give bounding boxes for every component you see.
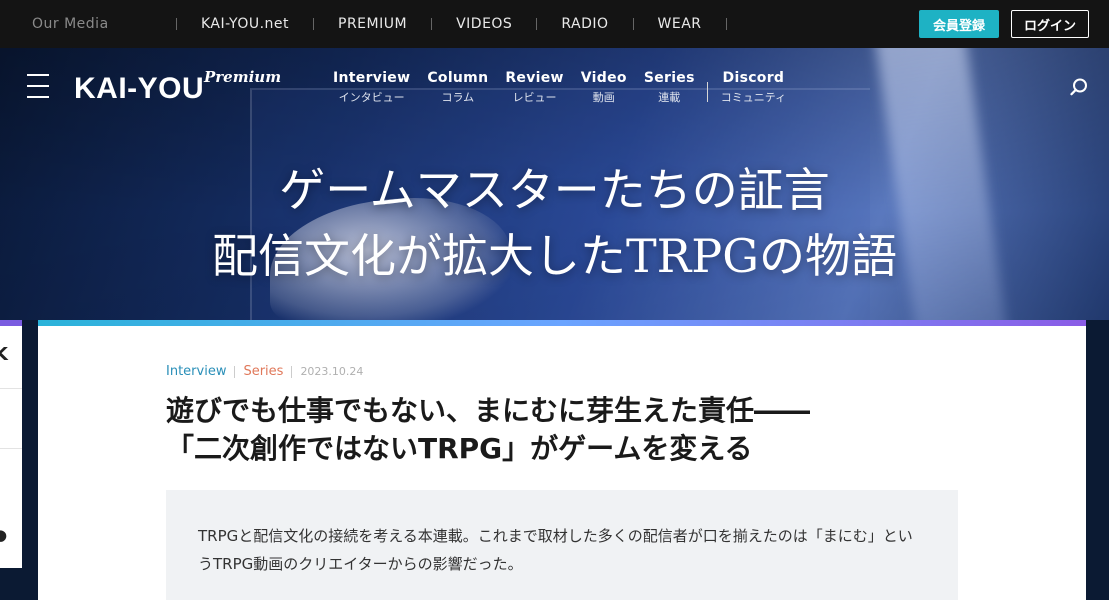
media-link-wear[interactable]: WEAR (658, 16, 702, 32)
site-logo[interactable]: KAI-YOU (74, 72, 204, 106)
side-card-partial[interactable]: K ! ● (0, 320, 22, 568)
side-card-glyph: ! (0, 466, 2, 487)
divider (536, 18, 538, 30)
nav-item-label: Review (505, 70, 564, 86)
account-actions: 会員登録 ログイン (918, 10, 1089, 38)
media-link-videos[interactable]: VIDEOS (456, 16, 512, 32)
nav-item-label: Video (580, 70, 627, 86)
main-nav: KAI-YOU Premium Interview インタビュー Column … (0, 48, 1109, 130)
nav-item-label: Interview (333, 70, 411, 86)
media-link-kai-you-net[interactable]: KAI-YOU.net (201, 16, 289, 32)
media-link-radio[interactable]: RADIO (561, 16, 608, 32)
divider (431, 18, 433, 30)
side-card-glyph: K (0, 344, 8, 365)
search-icon[interactable] (1070, 78, 1088, 96)
divider (291, 365, 293, 378)
divider (725, 18, 727, 30)
article-accent-bar (38, 320, 1086, 326)
register-button[interactable]: 会員登録 (918, 10, 999, 38)
divider (313, 18, 315, 30)
nav-items: Interview インタビュー Column コラム Review レビュー … (333, 70, 803, 105)
login-button[interactable]: ログイン (1010, 10, 1089, 38)
article-title-line2: 「二次創作ではないTRPG」がゲームを変える (166, 432, 753, 465)
article-date: 2023.10.24 (300, 365, 364, 378)
hero-title-line1: ゲームマスターたちの証言 (279, 163, 830, 217)
nav-item-discord[interactable]: Discord コミュニティ (721, 70, 786, 105)
divider (632, 18, 634, 30)
nav-item-series[interactable]: Series 連載 (644, 70, 695, 105)
divider (0, 448, 22, 449)
divider (234, 365, 236, 378)
hero-title-line2: 配信文化が拡大したTRPGの物語 (211, 229, 897, 283)
side-card-glyph: ● (0, 526, 8, 544)
article-card: Interview Series 2023.10.24 遊びでも仕事でもない、ま… (38, 320, 1086, 600)
divider (0, 388, 22, 389)
divider (176, 18, 177, 30)
article-lead-text: TRPGと配信文化の接続を考える本連載。これまで取材した多くの配信者が口を揃えた… (198, 527, 913, 573)
article-lead: TRPGと配信文化の接続を考える本連載。これまで取材した多くの配信者が口を揃えた… (166, 490, 958, 600)
nav-item-label: Column (427, 70, 489, 86)
hamburger-icon[interactable] (27, 74, 49, 100)
nav-item-sublabel: 動画 (592, 91, 615, 104)
nav-divider (706, 82, 708, 102)
nav-item-review[interactable]: Review レビュー (505, 70, 563, 105)
nav-item-interview[interactable]: Interview インタビュー (333, 70, 410, 105)
nav-item-sublabel: インタビュー (338, 91, 405, 104)
article-title: 遊びでも仕事でもない、まにむに芽生えた責任―― 「二次創作ではないTRPG」がゲ… (166, 392, 926, 468)
category-tag-interview[interactable]: Interview (166, 364, 226, 379)
nav-item-video[interactable]: Video 動画 (581, 70, 627, 105)
top-media-bar: Our Media KAI-YOU.net PREMIUM VIDEOS RAD… (0, 0, 1109, 48)
article-meta: Interview Series 2023.10.24 (166, 364, 363, 379)
media-link-premium[interactable]: PREMIUM (338, 16, 407, 32)
media-links: KAI-YOU.net PREMIUM VIDEOS RADIO WEAR (152, 16, 751, 32)
nav-item-sublabel: 連載 (658, 91, 681, 104)
site-logo-premium: Premium (204, 68, 282, 86)
nav-item-label: Series (643, 70, 695, 86)
nav-item-sublabel: コミュニティ (720, 91, 787, 104)
nav-item-column[interactable]: Column コラム (427, 70, 488, 105)
hero-banner: KAI-YOU Premium Interview インタビュー Column … (0, 48, 1109, 320)
nav-item-sublabel: コラム (441, 91, 475, 104)
our-media-label: Our Media (32, 16, 109, 32)
nav-item-label: Discord (722, 70, 785, 86)
nav-item-sublabel: レビュー (512, 91, 557, 104)
category-tag-series[interactable]: Series (243, 364, 283, 379)
article-title-line1: 遊びでも仕事でもない、まにむに芽生えた責任―― (166, 394, 811, 427)
